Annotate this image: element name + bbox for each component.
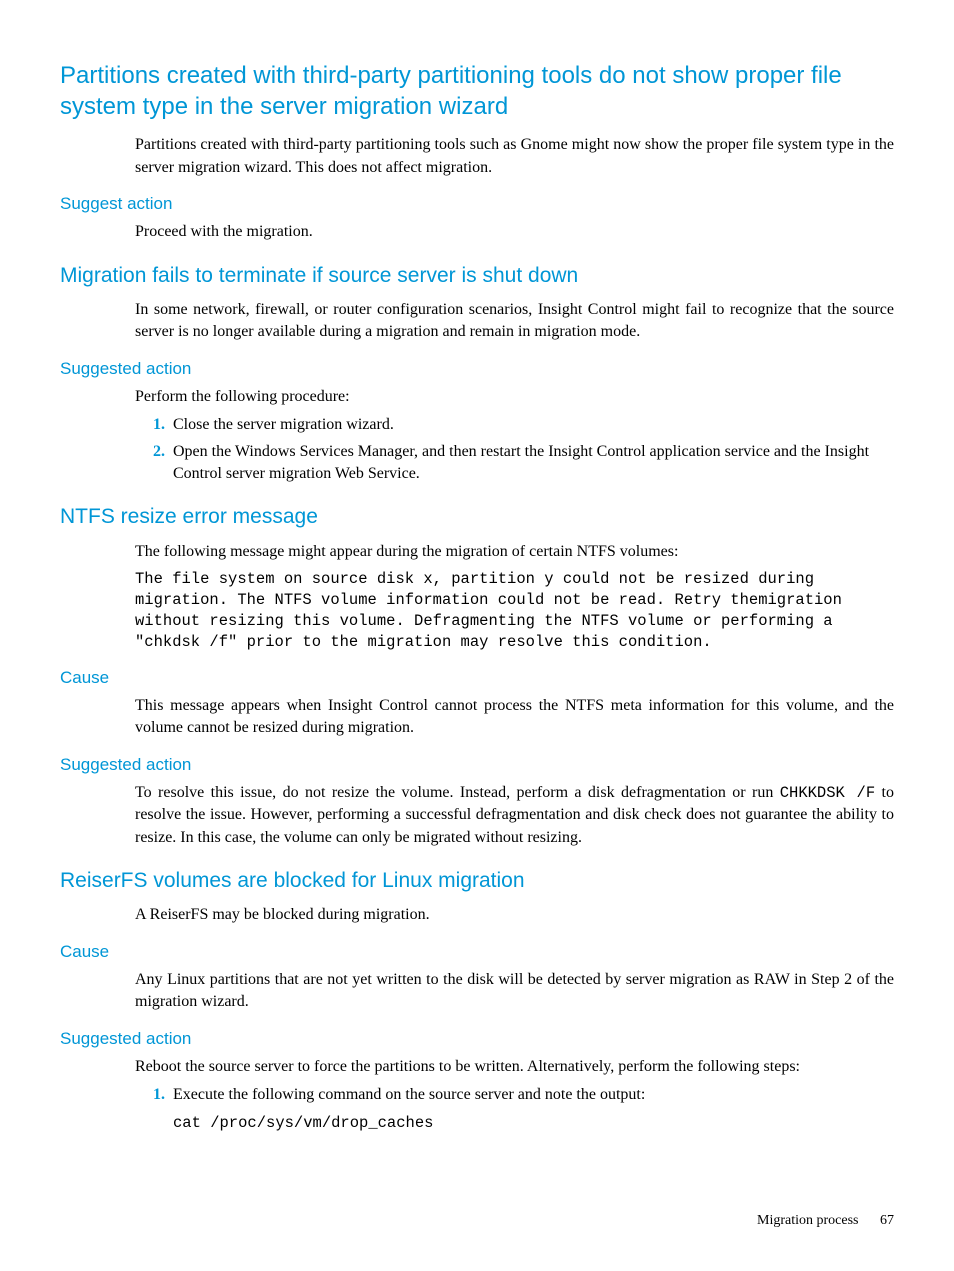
inline-code: CHKKDSK /F [780, 784, 875, 802]
subsection-suggested-action: Suggested action [60, 358, 894, 380]
list-item-text: Execute the following command on the sou… [173, 1084, 894, 1106]
subsection-suggest-action: Suggest action [60, 193, 894, 215]
footer-label: Migration process [757, 1213, 858, 1228]
list-item: Execute the following command on the sou… [169, 1084, 894, 1133]
body-paragraph: A ReiserFS may be blocked during migrati… [135, 904, 894, 926]
subsection-suggested-action: Suggested action [60, 1028, 894, 1050]
list-item: Open the Windows Services Manager, and t… [169, 441, 894, 486]
section-title-reiserfs: ReiserFS volumes are blocked for Linux m… [60, 867, 894, 894]
section-title-migration-fails: Migration fails to terminate if source s… [60, 262, 894, 289]
code-block: The file system on source disk x, partit… [135, 569, 894, 653]
procedure-list: Execute the following command on the sou… [135, 1084, 894, 1133]
procedure-list: Close the server migration wizard. Open … [135, 414, 894, 485]
body-paragraph: The following message might appear durin… [135, 541, 894, 563]
body-paragraph: Proceed with the migration. [135, 221, 894, 243]
subsection-cause: Cause [60, 667, 894, 689]
body-paragraph: This message appears when Insight Contro… [135, 695, 894, 740]
footer-page-number: 67 [880, 1213, 894, 1228]
subsection-suggested-action: Suggested action [60, 754, 894, 776]
body-paragraph: Reboot the source server to force the pa… [135, 1056, 894, 1078]
body-paragraph: Any Linux partitions that are not yet wr… [135, 969, 894, 1014]
body-paragraph: To resolve this issue, do not resize the… [135, 782, 894, 849]
section-title-ntfs: NTFS resize error message [60, 503, 894, 530]
section-title-partitions: Partitions created with third-party part… [60, 60, 894, 122]
page-footer: Migration process 67 [757, 1211, 894, 1231]
subsection-cause: Cause [60, 941, 894, 963]
body-paragraph: Partitions created with third-party part… [135, 134, 894, 179]
body-paragraph: Perform the following procedure: [135, 386, 894, 408]
list-item: Close the server migration wizard. [169, 414, 894, 436]
body-paragraph: In some network, firewall, or router con… [135, 299, 894, 344]
text-span: To resolve this issue, do not resize the… [135, 784, 780, 801]
code-block: cat /proc/sys/vm/drop_caches [173, 1113, 894, 1134]
